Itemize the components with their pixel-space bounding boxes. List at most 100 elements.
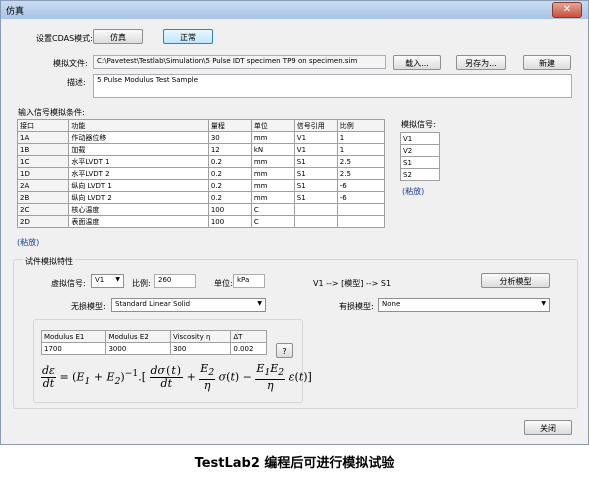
ratio-field[interactable]: 260 [154, 274, 196, 288]
chevron-down-icon: ▼ [541, 300, 546, 307]
unit-field[interactable]: kPa [233, 274, 265, 288]
cell-signal-ref[interactable] [293, 203, 338, 216]
cell-scale[interactable]: 2.5 [336, 155, 386, 168]
cell-scale[interactable] [336, 215, 386, 228]
title-bar: 仿真 ✕ [1, 1, 588, 19]
cell-signal-ref[interactable]: S1 [293, 155, 338, 168]
cell-signal-ref[interactable]: S1 [293, 167, 338, 180]
description-field[interactable]: 5 Pulse Modulus Test Sample [93, 74, 572, 98]
cell-function[interactable]: 水平LVDT 2 [68, 167, 209, 180]
table-row[interactable]: 2D 表面温度 100 C [16, 215, 386, 228]
table-header-row: 接口 功能 量程 单位 信号引用 比例 [16, 119, 386, 132]
cell-scale[interactable]: -6 [336, 191, 386, 204]
cell-range[interactable]: 100 [207, 215, 252, 228]
cell-function[interactable]: 表面温度 [68, 215, 209, 228]
param-value[interactable]: 3000 [105, 342, 171, 355]
description-label: 描述: [67, 78, 86, 87]
cell-range[interactable]: 0.2 [207, 167, 252, 180]
cell-function[interactable]: 核心温度 [68, 203, 209, 216]
chevron-down-icon: ▼ [257, 300, 262, 307]
cell-unit[interactable]: C [250, 215, 295, 228]
col-header-signal-ref: 信号引用 [293, 119, 338, 132]
signals-label: 模拟信号: [401, 120, 436, 129]
table-row[interactable]: 1700 3000 300 0.002 [40, 342, 267, 355]
cell-unit[interactable]: kN [250, 143, 295, 156]
cell-range[interactable]: 12 [207, 143, 252, 156]
simulation-dialog: 仿真 ✕ 设置CDAS模式: 仿真 正常 模拟文件: C:\Pavetest\T… [0, 0, 589, 445]
new-button[interactable]: 新建 [523, 55, 571, 70]
cell-signal-ref[interactable]: S1 [293, 179, 338, 192]
cell-scale[interactable]: 1 [336, 131, 386, 144]
table-row[interactable]: 1C 水平LVDT 1 0.2 mm S1 2.5 [16, 155, 386, 168]
cell-signal-ref[interactable] [293, 215, 338, 228]
list-item[interactable]: S1 [400, 156, 440, 169]
table-row[interactable]: 2A 纵向 LVDT 1 0.2 mm S1 -6 [16, 179, 386, 192]
param-value[interactable]: 1700 [40, 342, 107, 355]
cell-unit[interactable]: mm [250, 179, 295, 192]
signal-item[interactable]: S1 [400, 156, 440, 169]
param-value[interactable]: 300 [169, 342, 232, 355]
cell-signal-ref[interactable]: V1 [293, 143, 338, 156]
file-label: 模拟文件: [53, 59, 88, 68]
analyze-model-button[interactable]: 分析模型 [481, 273, 550, 288]
mode-label: 设置CDAS模式: [36, 34, 93, 43]
list-item[interactable]: V2 [400, 144, 440, 157]
list-item[interactable]: V1 [400, 132, 440, 145]
sim-mode-button[interactable]: 仿真 [93, 29, 143, 44]
signal-item[interactable]: V1 [400, 132, 440, 145]
cell-function[interactable]: 纵向 LVDT 1 [68, 179, 209, 192]
row-port: 2C [16, 203, 70, 216]
load-button[interactable]: 载入... [393, 55, 441, 70]
cell-function[interactable]: 作动器位移 [68, 131, 209, 144]
cell-scale[interactable]: -6 [336, 179, 386, 192]
cell-range[interactable]: 0.2 [207, 155, 252, 168]
cell-range[interactable]: 100 [207, 203, 252, 216]
param-value[interactable]: 0.002 [230, 342, 267, 355]
signals-edit-link[interactable]: (粘放) [402, 186, 424, 197]
cell-scale[interactable] [336, 203, 386, 216]
file-path-field[interactable]: C:\Pavetest\Testlab\Simulation\5 Pulse I… [93, 55, 386, 69]
col-header-function: 功能 [68, 119, 209, 132]
specimen-section-label: 试件模拟特性 [23, 256, 75, 267]
row-port: 2B [16, 191, 70, 204]
virtual-signal-label: 虚拟信号: [51, 279, 86, 288]
lossless-model-select[interactable]: Standard Linear Solid ▼ [111, 298, 266, 312]
close-button[interactable]: 关闭 [524, 420, 572, 435]
cell-function[interactable]: 加载 [68, 143, 209, 156]
cell-unit[interactable]: mm [250, 167, 295, 180]
cell-unit[interactable]: mm [250, 191, 295, 204]
inputs-section-label: 输入信号模拟条件: [18, 108, 85, 117]
window-close-button[interactable]: ✕ [552, 2, 582, 18]
table-row[interactable]: 2C 核心温度 100 C [16, 203, 386, 216]
cell-scale[interactable]: 1 [336, 143, 386, 156]
cell-range[interactable]: 0.2 [207, 179, 252, 192]
table-row[interactable]: 1B 加载 12 kN V1 1 [16, 143, 386, 156]
help-button[interactable]: ? [276, 343, 293, 358]
cell-unit[interactable]: mm [250, 155, 295, 168]
signal-item[interactable]: S2 [400, 168, 440, 181]
inputs-edit-link[interactable]: (粘放) [17, 237, 39, 248]
cell-signal-ref[interactable]: V1 [293, 131, 338, 144]
figure-caption: TestLab2 编程后可进行模拟试验 [194, 456, 395, 471]
cell-function[interactable]: 水平LVDT 1 [68, 155, 209, 168]
table-row[interactable]: 2B 纵向 LVDT 2 0.2 mm S1 -6 [16, 191, 386, 204]
cell-range[interactable]: 30 [207, 131, 252, 144]
table-row[interactable]: 1D 水平LVDT 2 0.2 mm S1 2.5 [16, 167, 386, 180]
signal-item[interactable]: V2 [400, 144, 440, 157]
row-port: 1D [16, 167, 70, 180]
virtual-signal-select[interactable]: V1 ▼ [91, 274, 124, 288]
cell-unit[interactable]: mm [250, 131, 295, 144]
col-header-port: 接口 [16, 119, 70, 132]
cell-unit[interactable]: C [250, 203, 295, 216]
save-as-button[interactable]: 另存为... [456, 55, 506, 70]
row-port: 1C [16, 155, 70, 168]
cell-function[interactable]: 纵向 LVDT 2 [68, 191, 209, 204]
cell-scale[interactable]: 2.5 [336, 167, 386, 180]
cell-range[interactable]: 0.2 [207, 191, 252, 204]
cell-signal-ref[interactable]: S1 [293, 191, 338, 204]
list-item[interactable]: S2 [400, 168, 440, 181]
table-header-row: Modulus E1 Modulus E2 Viscosity η ΔT [40, 330, 267, 343]
table-row[interactable]: 1A 作动器位移 30 mm V1 1 [16, 131, 386, 144]
normal-mode-button[interactable]: 正常 [163, 29, 213, 44]
lossy-model-select[interactable]: None ▼ [378, 298, 550, 312]
